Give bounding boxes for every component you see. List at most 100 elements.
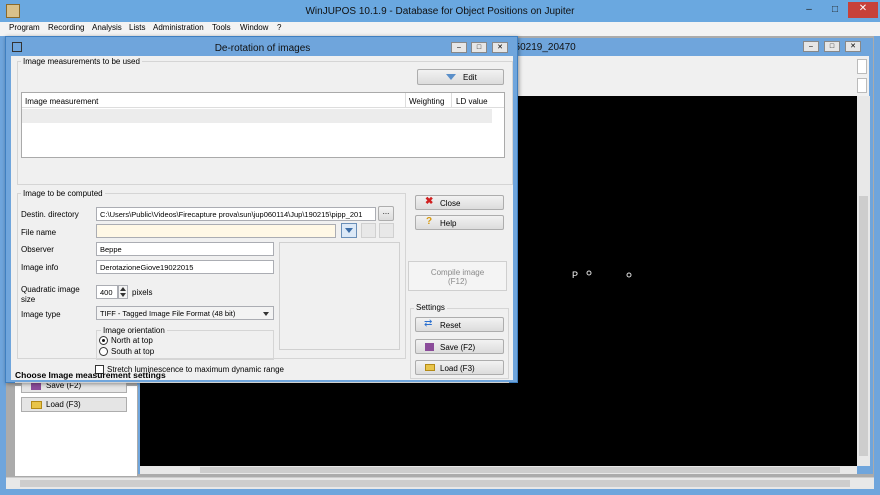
folder-icon	[31, 401, 42, 409]
main-window: WinJUPOS 10.1.9 - Database for Object Po…	[0, 0, 880, 495]
main-title-bar[interactable]: WinJUPOS 10.1.9 - Database for Object Po…	[0, 0, 880, 22]
radio-checked-icon	[99, 336, 108, 345]
table-empty-row	[22, 109, 492, 123]
size-spinner[interactable]	[118, 285, 128, 299]
menu-analysis[interactable]: Analysis	[92, 23, 122, 32]
settings-group-label: Settings	[414, 303, 447, 312]
image-minimize-icon[interactable]: –	[803, 41, 819, 52]
menu-administration[interactable]: Administration	[153, 23, 204, 32]
reset-label: Reset	[440, 321, 461, 330]
chevron-down-icon	[345, 228, 353, 233]
status-divider	[15, 382, 509, 383]
minimize-icon[interactable]: –	[796, 3, 822, 18]
save-button[interactable]: Save (F2)	[415, 339, 504, 354]
menu-lists[interactable]: Lists	[129, 23, 145, 32]
filename-label: File name	[21, 228, 57, 237]
dialog-close-icon[interactable]: ✕	[492, 42, 508, 53]
menu-help[interactable]: ?	[277, 23, 281, 32]
floppy-icon	[425, 343, 434, 351]
reset-arrows-icon: ⇄	[424, 318, 433, 329]
image-close-icon[interactable]: ✕	[845, 41, 861, 52]
main-title: WinJUPOS 10.1.9 - Database for Object Po…	[305, 6, 575, 17]
radio-south-label: South at top	[111, 347, 155, 356]
close-label: Close	[440, 199, 461, 208]
load-button[interactable]: Load (F3)	[415, 360, 504, 375]
moon-marker	[586, 270, 592, 276]
help-button[interactable]: ? Help	[415, 215, 504, 230]
orientation-label: Image orientation	[101, 326, 167, 335]
reset-button[interactable]: ⇄ Reset	[415, 317, 504, 332]
menu-recording[interactable]: Recording	[48, 23, 84, 32]
close-icon[interactable]: ✕	[848, 2, 878, 18]
disabled-tool-button	[361, 223, 376, 238]
left-settings-panel: Save (F2) Load (F3)	[14, 378, 138, 477]
edit-button[interactable]: Edit	[417, 69, 504, 85]
observer-input[interactable]: Beppe	[96, 242, 274, 256]
close-button[interactable]: ✖ Close	[415, 195, 504, 210]
table-header: Image measurement Weighting LD value	[22, 93, 504, 108]
status-text: Choose Image measurement settings	[15, 370, 166, 380]
filename-dropdown-button[interactable]	[341, 223, 357, 238]
measurements-group-label: Image measurements to be used	[21, 57, 142, 66]
maximize-icon[interactable]: □	[822, 3, 848, 18]
left-load-button[interactable]: Load (F3)	[21, 397, 127, 412]
image-horizontal-scrollbar[interactable]	[140, 466, 857, 474]
dialog-minimize-icon[interactable]: –	[451, 42, 467, 53]
spinner-down-icon[interactable]	[120, 293, 126, 297]
menu-window[interactable]: Window	[240, 23, 268, 32]
image-window-title: 150219_20470	[509, 42, 576, 53]
measurements-table[interactable]: Image measurement Weighting LD value	[21, 92, 505, 158]
image-type-label: Image type	[21, 310, 61, 319]
radio-unchecked-icon	[99, 347, 108, 356]
edit-label: Edit	[463, 73, 477, 82]
compile-label-line2: (F12)	[447, 277, 468, 286]
image-info-input[interactable]: DerotazioneGiove19022015	[96, 260, 274, 274]
toolbar-control[interactable]	[857, 59, 867, 74]
save-label: Save (F2)	[440, 343, 476, 352]
dialog-title: De-rotation of images	[214, 43, 311, 54]
browse-button[interactable]: ...	[378, 206, 394, 221]
main-horizontal-scrollbar[interactable]	[6, 477, 874, 489]
dialog-title-bar[interactable]: De-rotation of images – □ ✕	[6, 37, 519, 56]
column-header-weighting[interactable]: Weighting	[409, 97, 444, 106]
planet-label: P	[572, 270, 579, 280]
image-size-label: Quadratic image size	[21, 285, 80, 304]
column-header-ld-value[interactable]: LD value	[456, 97, 488, 106]
dialog-maximize-icon[interactable]: □	[471, 42, 487, 53]
column-divider	[451, 93, 452, 108]
disabled-tool-button	[379, 223, 394, 238]
folder-icon	[425, 364, 435, 371]
image-type-value: TIFF - Tagged Image File Format (48 bit)	[100, 309, 236, 318]
image-maximize-icon[interactable]: □	[824, 41, 840, 52]
dialog-body: Image measurements to be used Edit Image…	[11, 56, 513, 383]
toolbar-control[interactable]	[857, 78, 867, 93]
menu-program[interactable]: Program	[9, 23, 40, 32]
pixels-label: pixels	[132, 288, 153, 297]
scrollbar-thumb[interactable]	[20, 480, 850, 487]
derotation-dialog: De-rotation of images – □ ✕ Image measur…	[5, 36, 518, 383]
moon-marker	[626, 272, 632, 278]
compute-group-label: Image to be computed	[21, 189, 105, 198]
image-type-select[interactable]: TIFF - Tagged Image File Format (48 bit)	[96, 306, 274, 320]
dropdown-arrow-icon	[446, 74, 456, 80]
scrollbar-thumb[interactable]	[859, 196, 868, 456]
scrollbar-thumb[interactable]	[200, 467, 840, 473]
menu-tools[interactable]: Tools	[212, 23, 231, 32]
column-divider	[405, 93, 406, 108]
help-label: Help	[440, 219, 457, 228]
help-icon: ?	[426, 216, 433, 227]
radio-north-label: North at top	[111, 336, 153, 345]
destin-dir-input[interactable]: C:\Users\Public\Videos\Firecapture prova…	[96, 207, 376, 221]
menu-bar: Program Recording Analysis Lists Adminis…	[0, 22, 880, 36]
image-size-input[interactable]: 400	[96, 285, 118, 299]
spinner-up-icon[interactable]	[120, 287, 126, 291]
compile-label-line1: Compile image	[430, 268, 485, 277]
image-vertical-scrollbar[interactable]	[857, 96, 870, 466]
filename-input[interactable]	[96, 224, 336, 238]
compile-image-button: Compile image (F12)	[408, 261, 507, 291]
column-header-measurement[interactable]: Image measurement	[25, 97, 98, 106]
close-x-icon: ✖	[425, 196, 434, 207]
load-label: Load (F3)	[440, 364, 475, 373]
destin-dir-label: Destin. directory	[21, 210, 79, 219]
observer-label: Observer	[21, 245, 54, 254]
